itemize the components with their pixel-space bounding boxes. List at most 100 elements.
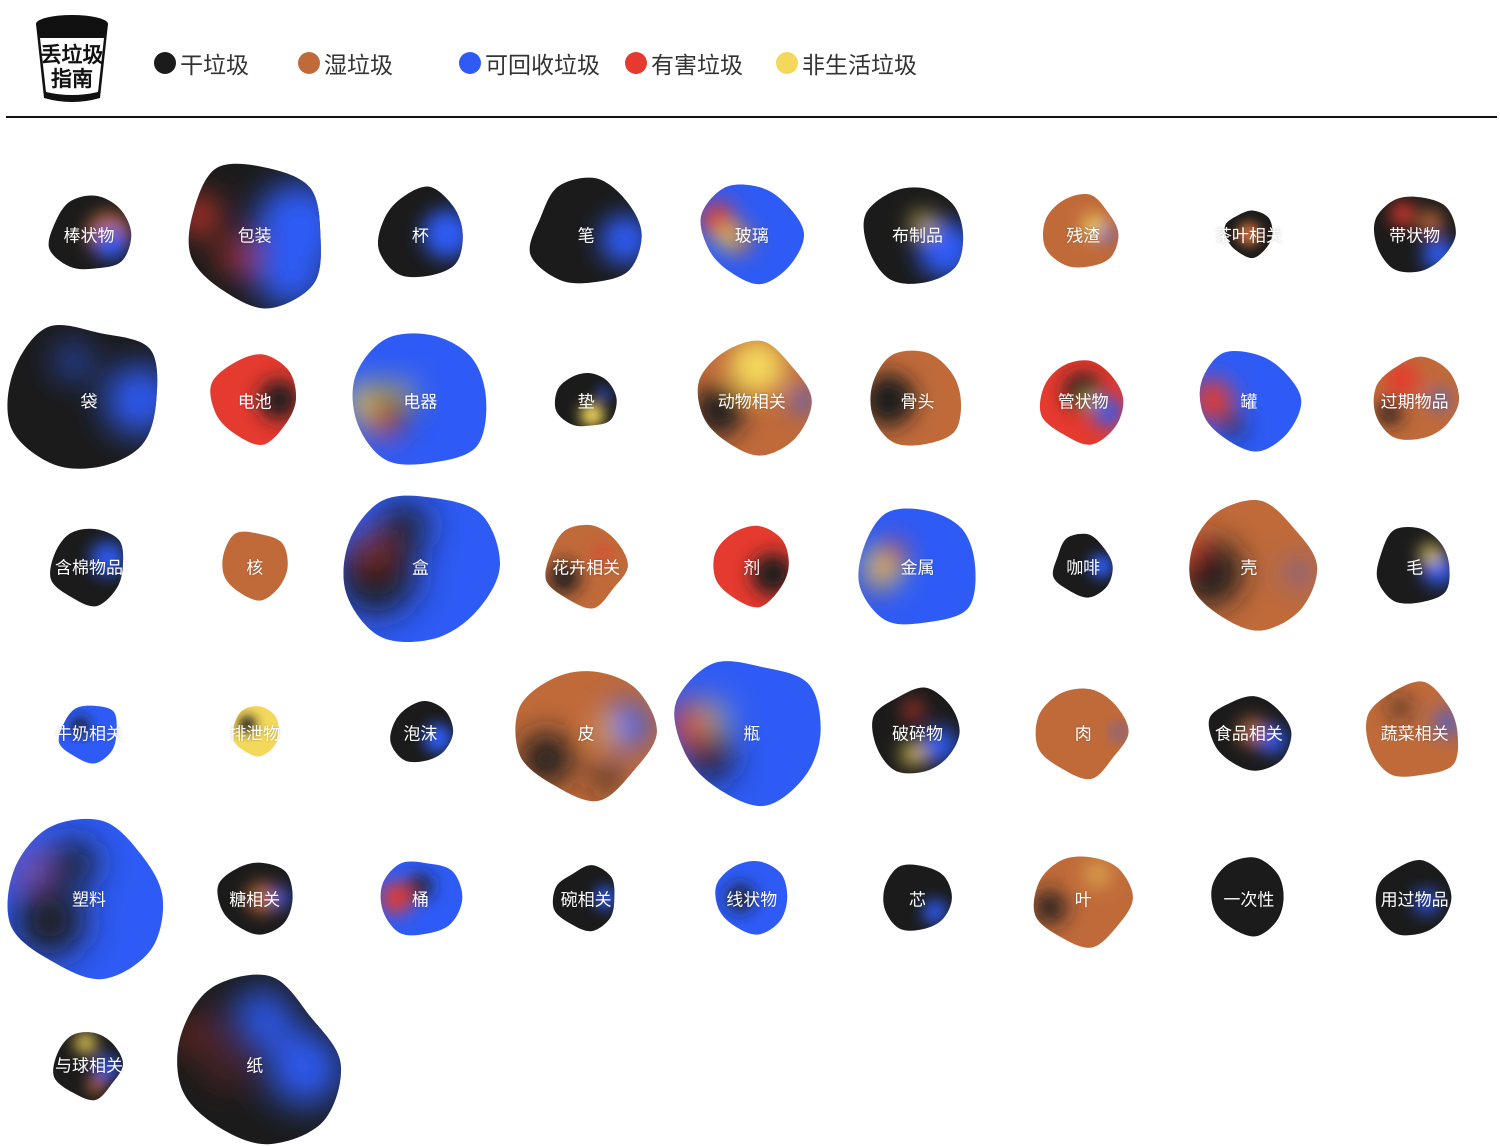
header-divider	[6, 116, 1497, 118]
legend-item-dry[interactable]: 干垃圾	[154, 46, 249, 80]
legend-label: 干垃圾	[180, 53, 249, 79]
blob-color-spot	[687, 735, 733, 782]
blob-color-spot	[599, 718, 620, 739]
blob-label[interactable]: 一次性	[1223, 886, 1274, 911]
blob-label[interactable]: 牛奶相关	[55, 720, 123, 745]
blob-label[interactable]: 垫	[578, 388, 595, 413]
legend-dot-icon	[776, 52, 798, 74]
blob-label[interactable]: 残渣	[1066, 222, 1100, 247]
blob-label[interactable]: 袋	[81, 388, 98, 413]
blob-label[interactable]: 电池	[238, 388, 272, 413]
blob-color-spot	[14, 855, 39, 879]
blob-label[interactable]: 剂	[743, 554, 760, 579]
blob-color-spot	[716, 226, 737, 247]
blob-label[interactable]: 花卉相关	[552, 554, 620, 579]
blob-color-spot	[592, 765, 620, 792]
blob-纸[interactable]	[146, 955, 364, 1146]
legend-dot-icon	[298, 52, 320, 74]
blob-label[interactable]: 桶	[412, 886, 429, 911]
blob-label[interactable]: 叶	[1075, 886, 1092, 911]
blob-color-spot	[233, 988, 293, 1048]
blob-label[interactable]: 玻璃	[735, 222, 769, 247]
blob-label[interactable]: 用过物品	[1381, 886, 1449, 911]
blob-label[interactable]: 壳	[1240, 554, 1257, 579]
blob-label[interactable]: 皮	[578, 720, 595, 745]
blob-color-spot	[362, 540, 382, 560]
blob-label[interactable]: 肉	[1075, 720, 1092, 745]
blob-label[interactable]: 与球相关	[55, 1052, 123, 1077]
blob-label[interactable]: 骨头	[901, 388, 935, 413]
blob-label[interactable]: 泡沫	[403, 720, 437, 745]
blob-label[interactable]: 食品相关	[1215, 720, 1283, 745]
trash-can-logo-icon: 丢垃圾 指南	[36, 15, 108, 102]
blob-color-spot	[902, 743, 925, 765]
legend-item-recyclable[interactable]: 可回收垃圾	[459, 46, 600, 80]
legend-label: 有害垃圾	[651, 53, 743, 79]
blob-color-spot	[1222, 415, 1244, 437]
blob-color-spot	[369, 410, 397, 438]
blob-color-spot	[1199, 379, 1234, 421]
blob-label[interactable]: 盒	[412, 554, 429, 579]
blob-color-spot	[1390, 698, 1410, 718]
logo-text-line1: 丢垃圾	[41, 43, 105, 67]
garbage-category-grid: 棒状物 包装 杯 笔 玻璃 布制品 残渣 茶叶相关 带状物袋 电池 电器 垫 动物相关 骨头 管状物 罐 过期物…	[0, 120, 1500, 1146]
blob-label[interactable]: 包装	[238, 222, 272, 247]
blob-color-spot	[791, 388, 812, 412]
blob-label[interactable]: 排泄物	[229, 720, 280, 745]
blob-label[interactable]: 蔬菜相关	[1381, 720, 1449, 745]
blob-label[interactable]: 管状物	[1058, 388, 1109, 413]
blob-label[interactable]: 芯	[909, 886, 926, 911]
blob-color-spot	[215, 1058, 236, 1079]
blob-color-spot	[600, 214, 642, 265]
blob-color-spot	[729, 340, 786, 395]
legend-item-wet[interactable]: 湿垃圾	[298, 46, 393, 80]
blob-label[interactable]: 带状物	[1389, 222, 1440, 247]
blob-label[interactable]: 线状物	[726, 886, 777, 911]
blob-color-spot	[1189, 542, 1200, 563]
blob-color-spot	[1033, 890, 1067, 925]
blob-label[interactable]: 含棉物品	[55, 554, 123, 579]
blob-label[interactable]: 动物相关	[718, 388, 786, 413]
blob-label[interactable]: 糖相关	[229, 886, 280, 911]
blob-label[interactable]: 过期物品	[1381, 388, 1449, 413]
blob-label[interactable]: 破碎物	[892, 720, 943, 745]
blob-label[interactable]: 金属	[901, 554, 935, 579]
blob-label[interactable]: 杯	[412, 222, 429, 247]
blob-color-spot	[1288, 562, 1309, 583]
legend-dot-icon	[154, 52, 176, 74]
blob-label[interactable]: 布制品	[892, 222, 943, 247]
blob-label[interactable]: 电器	[403, 388, 437, 413]
blob-color-spot	[702, 705, 726, 729]
legend-item-hazardous[interactable]: 有害垃圾	[625, 46, 743, 80]
legend-label: 湿垃圾	[324, 53, 393, 79]
blob-color-spot	[1088, 864, 1108, 884]
blob-color-spot	[87, 1076, 105, 1094]
blob-label[interactable]: 棒状物	[64, 222, 115, 247]
blob-label[interactable]: 碗相关	[561, 886, 612, 911]
blob-color-spot	[520, 732, 573, 785]
blob-color-spot	[598, 388, 611, 400]
blob-color-spot	[380, 882, 413, 914]
blob-label[interactable]: 茶叶相关	[1215, 222, 1283, 247]
blob-color-spot	[183, 1022, 209, 1048]
blob-label[interactable]: 笔	[578, 222, 595, 247]
legend-label: 非生活垃圾	[802, 53, 917, 79]
blob-color-spot	[1112, 725, 1126, 739]
legend-dot-icon	[625, 52, 647, 74]
blob-label[interactable]: 咖啡	[1066, 554, 1100, 579]
blob-label[interactable]: 纸	[246, 1052, 263, 1077]
site-logo[interactable]: 丢垃圾 指南	[30, 10, 114, 106]
blob-color-spot	[50, 839, 97, 887]
blob-label[interactable]: 塑料	[72, 886, 106, 911]
blob-color-spot	[57, 345, 89, 377]
blob-canvas	[7, 163, 1460, 1146]
blob-label[interactable]: 罐	[1240, 388, 1257, 413]
blob-label[interactable]: 瓶	[743, 720, 760, 745]
blob-label[interactable]: 毛	[1406, 554, 1423, 579]
blob-color-spot	[922, 899, 948, 925]
legend-item-non-household[interactable]: 非生活垃圾	[776, 46, 917, 80]
header: 丢垃圾 指南 干垃圾 湿垃圾 可回收垃圾 有害垃圾 非生活垃圾	[0, 0, 1500, 118]
blob-label[interactable]: 核	[246, 554, 263, 579]
legend-dot-icon	[459, 52, 481, 74]
blob-color-spot	[1420, 544, 1441, 564]
